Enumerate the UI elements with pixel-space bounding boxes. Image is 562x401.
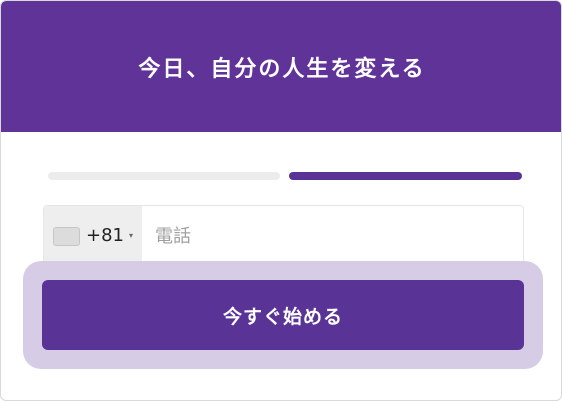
progress-step-1 bbox=[48, 172, 280, 180]
country-dial-code: +81 bbox=[86, 225, 124, 246]
phone-input[interactable] bbox=[142, 206, 523, 266]
progress-step-2 bbox=[289, 172, 522, 180]
country-code-selector[interactable]: +81 ▾ bbox=[44, 206, 142, 266]
page-title: 今日、自分の人生を変える bbox=[138, 56, 426, 82]
country-flag-icon bbox=[53, 227, 80, 246]
signup-card: 今日、自分の人生を変える +81 ▾ 今すぐ始める bbox=[0, 0, 562, 401]
start-now-button[interactable]: 今すぐ始める bbox=[42, 280, 524, 350]
header-banner: 今日、自分の人生を変える bbox=[1, 1, 561, 132]
phone-field-group: +81 ▾ bbox=[43, 205, 524, 267]
chevron-down-icon: ▾ bbox=[129, 231, 134, 240]
